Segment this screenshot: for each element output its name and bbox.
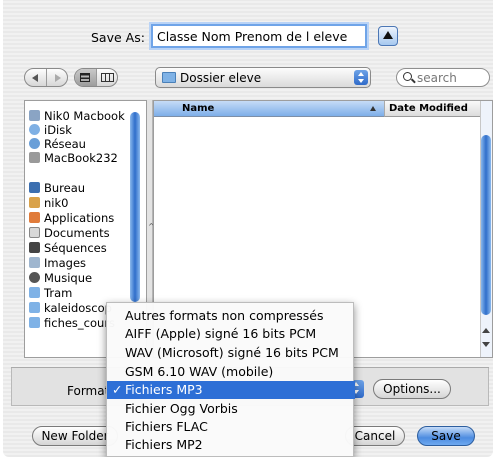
- sidebar-item-label: Tram: [44, 286, 73, 300]
- sidebar-item-macbook232[interactable]: MacBook232: [29, 151, 118, 167]
- column-view-icon: [100, 73, 114, 82]
- list-view-icon: [80, 73, 90, 82]
- sidebar-item-label: Documents: [44, 226, 110, 240]
- location-popup[interactable]: Dossier eleve: [155, 67, 371, 88]
- pictures-icon: [29, 257, 40, 268]
- format-option[interactable]: Fichiers FLAC: [107, 418, 355, 436]
- folder-icon: [162, 72, 176, 83]
- harddisk-icon: [29, 152, 40, 163]
- disclosure-up-icon: [383, 31, 393, 39]
- sidebar-item-label: Réseau: [44, 137, 86, 151]
- back-arrow-icon: [32, 74, 38, 82]
- format-option-selected[interactable]: ✓ Fichiers MP3: [107, 381, 355, 399]
- sidebar-scrollbar[interactable]: [130, 112, 140, 302]
- sidebar-item-bureau[interactable]: Bureau: [29, 181, 85, 197]
- home-icon: [29, 197, 40, 208]
- folder-icon: [29, 317, 40, 328]
- desktop-icon: [29, 182, 40, 193]
- sidebar-item-kaleidoscop[interactable]: kaleidoscop: [29, 301, 112, 317]
- documents-icon: [29, 227, 40, 238]
- options-button[interactable]: Options...: [373, 379, 451, 399]
- scroll-up-arrow-icon[interactable]: [482, 328, 490, 333]
- music-icon: [29, 272, 40, 283]
- search-icon: [403, 72, 412, 81]
- sidebar-item-label: Applications: [44, 211, 115, 225]
- idisk-icon: [29, 124, 40, 135]
- sidebar-item-fiches-cours[interactable]: fiches_cours: [29, 316, 115, 332]
- sort-ascending-icon: [370, 106, 376, 111]
- computer-icon: [29, 110, 40, 121]
- sidebar-item-musique[interactable]: Musique: [29, 271, 92, 287]
- file-list-scrollbar-thumb[interactable]: [481, 135, 491, 315]
- sidebar-item-documents[interactable]: Documents: [29, 226, 110, 242]
- sidebar-item-tram[interactable]: Tram: [29, 286, 72, 302]
- sidebar-item-label: kaleidoscop: [44, 301, 112, 315]
- sidebar-item-applications[interactable]: Applications: [29, 211, 114, 227]
- sidebar-item-label: Séquences: [44, 241, 107, 255]
- network-icon: [29, 138, 40, 149]
- popup-arrows-icon: [354, 70, 368, 85]
- folder-icon: [29, 287, 40, 298]
- format-option[interactable]: WAV (Microsoft) signé 16 bits PCM: [107, 344, 355, 362]
- save-dialog: Save As: Classe Nom Prenom de l eleve Do…: [3, 0, 493, 457]
- view-mode-control: [74, 68, 118, 87]
- sidebar-item-label: nik0: [44, 196, 69, 210]
- list-view-button[interactable]: [75, 69, 96, 86]
- sidebar-item-label: fiches_cours: [44, 316, 116, 330]
- column-header-date-modified[interactable]: Date Modified: [384, 101, 482, 117]
- format-option[interactable]: AIFF (Apple) signé 16 bits PCM: [107, 325, 355, 343]
- search-placeholder: search: [417, 71, 457, 85]
- sidebar-item-label: Musique: [44, 271, 93, 285]
- filename-input[interactable]: Classe Nom Prenom de l eleve: [151, 24, 367, 48]
- forward-arrow-icon: [54, 74, 61, 82]
- folder-icon: [29, 302, 40, 313]
- format-dropdown-menu: Autres formats non compressés AIFF (Appl…: [106, 302, 355, 457]
- collapse-dialog-button[interactable]: [378, 26, 398, 46]
- save-as-label: Save As:: [91, 30, 145, 45]
- forward-button[interactable]: [45, 69, 68, 86]
- back-forward-control: [24, 68, 68, 87]
- sidebar-item-label: Nik0 Macbook: [44, 109, 125, 123]
- sidebar-item-label: Images: [44, 256, 87, 270]
- checkmark-icon: ✓: [112, 382, 123, 397]
- sidebar-item-sequences[interactable]: Séquences: [29, 241, 107, 257]
- format-option-label: Fichiers MP3: [125, 382, 203, 397]
- scroll-down-arrow-icon[interactable]: [482, 342, 490, 347]
- sidebar-item-label: MacBook232: [44, 151, 118, 165]
- column-view-button[interactable]: [95, 69, 118, 86]
- column-header-name[interactable]: Name: [154, 101, 384, 117]
- format-option[interactable]: Fichier Ogg Vorbis: [107, 400, 355, 418]
- search-field[interactable]: search: [396, 68, 490, 87]
- back-button[interactable]: [25, 69, 46, 86]
- location-label: Dossier eleve: [180, 71, 262, 85]
- applications-icon: [29, 212, 40, 223]
- sidebar-item-label: iDisk: [44, 123, 72, 137]
- sidebar-item-nik0[interactable]: nik0: [29, 196, 68, 212]
- sidebar-item-label: Bureau: [44, 181, 86, 195]
- movies-icon: [29, 242, 40, 253]
- save-button[interactable]: Save: [417, 426, 475, 446]
- format-option[interactable]: Fichiers MP2: [107, 436, 355, 454]
- sidebar-item-images[interactable]: Images: [29, 256, 86, 272]
- format-option[interactable]: GSM 6.10 WAV (mobile): [107, 363, 355, 381]
- format-option[interactable]: Autres formats non compressés: [107, 307, 355, 325]
